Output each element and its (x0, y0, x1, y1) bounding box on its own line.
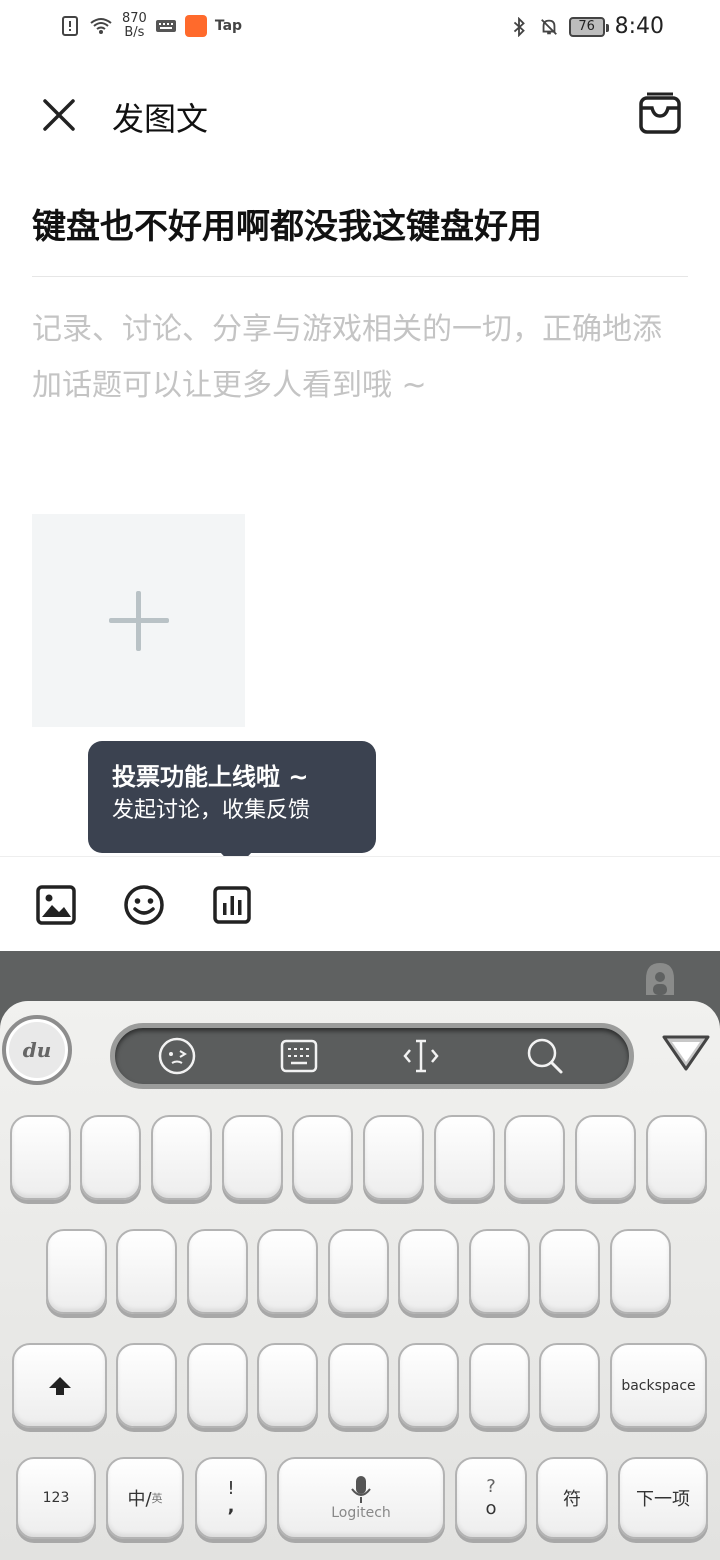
letter-key[interactable] (575, 1115, 636, 1200)
letter-key[interactable] (292, 1115, 353, 1200)
question-key-top: ? (486, 1476, 496, 1497)
network-speed-value: 870 (122, 11, 147, 26)
keyboard-emoji-icon[interactable] (157, 1036, 197, 1076)
language-switch-key[interactable]: 中/英 (106, 1457, 184, 1539)
hide-keyboard-icon[interactable] (660, 1031, 712, 1075)
plus-icon-vertical (136, 591, 141, 651)
language-key-sub: 英 (151, 1492, 163, 1505)
keyboard-layout-icon[interactable] (279, 1036, 319, 1076)
letter-key[interactable] (469, 1229, 530, 1314)
space-key-brand: Logitech (331, 1505, 391, 1521)
status-right: 76 8:40 (509, 14, 664, 39)
keyboard-search-icon[interactable] (525, 1036, 565, 1076)
post-title-input[interactable]: 键盘也不好用啊都没我这键盘好用 (32, 204, 688, 250)
letter-key[interactable] (80, 1115, 141, 1200)
drafts-box-icon[interactable] (636, 90, 684, 138)
letter-key[interactable] (398, 1229, 459, 1314)
shift-key[interactable] (12, 1343, 107, 1428)
letter-key[interactable] (116, 1343, 177, 1428)
keyboard-function-bar (110, 1023, 634, 1089)
close-icon[interactable] (36, 92, 82, 138)
shift-arrow-icon (48, 1376, 71, 1395)
battery-level: 76 (568, 16, 609, 37)
network-speed: 870 B/s (122, 12, 147, 40)
add-image-button[interactable] (32, 514, 245, 727)
mute-bell-icon (540, 18, 557, 35)
letter-key[interactable] (328, 1229, 389, 1314)
letter-key[interactable] (187, 1343, 248, 1428)
title-divider (32, 276, 688, 277)
question-key[interactable]: ? o (455, 1457, 527, 1539)
status-bar: 870 B/s Tap 76 8:40 (0, 0, 720, 58)
letter-key[interactable] (469, 1343, 530, 1428)
editor-toolbar (0, 856, 720, 951)
bluetooth-icon (513, 16, 525, 37)
keyboard-logo[interactable]: du (2, 1015, 72, 1085)
keyboard: du backspace 123 中/ 英 ! , Logitech ? o 符… (0, 951, 720, 1560)
letter-key[interactable] (646, 1115, 707, 1200)
letter-key[interactable] (222, 1115, 283, 1200)
language-key-main: 中/ (127, 1489, 152, 1510)
tap-app-label: Tap (214, 18, 243, 34)
punctuation-key[interactable]: ! , (195, 1457, 267, 1539)
letter-key[interactable] (539, 1229, 600, 1314)
status-left: 870 B/s Tap (60, 12, 242, 40)
microphone-icon (351, 1476, 371, 1503)
backspace-key[interactable]: backspace (610, 1343, 707, 1428)
symbols-key[interactable]: 符 (536, 1457, 608, 1539)
keyboard-body: du backspace 123 中/ 英 ! , Logitech ? o 符… (0, 1001, 720, 1560)
header: 发图文 (0, 80, 720, 150)
page-title: 发图文 (112, 100, 209, 138)
vote-chart-icon[interactable] (210, 883, 254, 927)
vote-feature-tooltip[interactable]: 投票功能上线啦 ~ 发起讨论，收集反馈 (88, 741, 376, 869)
letter-key[interactable] (257, 1343, 318, 1428)
network-speed-unit: B/s (124, 25, 145, 40)
tooltip-subtitle: 发起讨论，收集反馈 (112, 798, 311, 823)
image-icon[interactable] (34, 883, 78, 927)
letter-key[interactable] (363, 1115, 424, 1200)
app-notification-icon (184, 15, 207, 37)
letter-key[interactable] (116, 1229, 177, 1314)
punctuation-key-bottom: , (227, 1496, 235, 1517)
letter-key[interactable] (398, 1343, 459, 1428)
letter-key[interactable] (328, 1343, 389, 1428)
question-key-bottom: o (485, 1498, 497, 1519)
wifi-icon (90, 18, 112, 34)
letter-key[interactable] (46, 1229, 107, 1314)
letter-key[interactable] (434, 1115, 495, 1200)
tooltip-title: 投票功能上线啦 ~ (112, 763, 309, 791)
clock: 8:40 (614, 14, 664, 39)
letter-key[interactable] (610, 1229, 671, 1314)
cursor-move-icon[interactable] (401, 1036, 441, 1076)
letter-key[interactable] (504, 1115, 565, 1200)
letter-key[interactable] (257, 1229, 318, 1314)
keyboard-account-icon[interactable] (640, 959, 680, 999)
letter-key[interactable] (151, 1115, 212, 1200)
numbers-key[interactable]: 123 (16, 1457, 96, 1539)
letter-key[interactable] (539, 1343, 600, 1428)
emoji-icon[interactable] (122, 883, 166, 927)
next-field-key[interactable]: 下一项 (618, 1457, 708, 1539)
alert-icon (62, 16, 78, 36)
post-body-input[interactable]: 记录、讨论、分享与游戏相关的一切，正确地添加话题可以让更多人看到哦 ~ (32, 302, 688, 414)
space-key[interactable]: Logitech (277, 1457, 445, 1539)
letter-key[interactable] (187, 1229, 248, 1314)
letter-key[interactable] (10, 1115, 71, 1200)
keyboard-status-icon (155, 20, 176, 32)
